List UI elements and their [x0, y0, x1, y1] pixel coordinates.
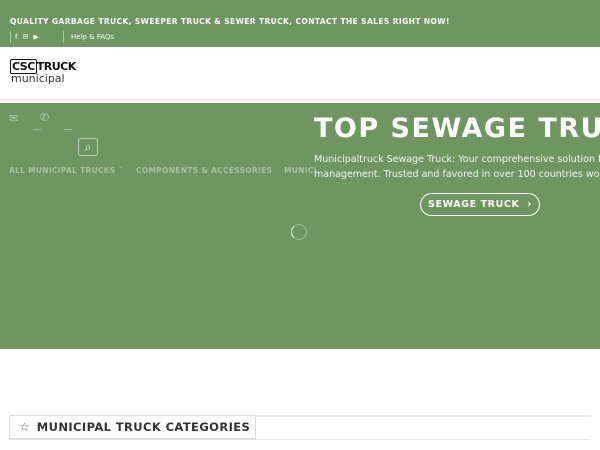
- nav-divider: [64, 129, 72, 130]
- search-button[interactable]: ⌕: [78, 138, 98, 156]
- promo-text: QUALITY GARBAGE TRUCK, SWEEPER TRUCK & S…: [10, 17, 450, 26]
- hero-title: TOP SEWAGE TRU: [314, 113, 600, 144]
- help-faqs-link[interactable]: Help & FAQs: [71, 33, 114, 41]
- nav-municipal[interactable]: MUNICI: [284, 166, 317, 175]
- youtube-icon[interactable]: ▶: [33, 33, 38, 41]
- hero-banner: ✉ ✆ ⌕ ALL MUNICIPAL TRUCKS ˅ COMPONENTS …: [0, 103, 600, 349]
- phone-icon[interactable]: ✆: [40, 111, 49, 124]
- star-icon: ☆: [19, 420, 30, 434]
- section-heading: ☆ MUNICIPAL TRUCK CATEGORIES: [9, 415, 256, 439]
- nav-components-accessories[interactable]: COMPONENTS & ACCESSORIES: [136, 166, 272, 175]
- social-links: f ✉ ▶: [10, 31, 39, 43]
- section-title: MUNICIPAL TRUCK CATEGORIES: [36, 420, 251, 434]
- sewage-truck-button[interactable]: SEWAGE TRUCK ›: [420, 193, 540, 216]
- section-underline: [9, 439, 591, 440]
- topbar-divider: [63, 31, 64, 43]
- facebook-icon[interactable]: f: [15, 33, 17, 41]
- hero-description: Municipaltruck Sewage Truck: Your compre…: [314, 154, 600, 180]
- nav-all-municipal-trucks[interactable]: ALL MUNICIPAL TRUCKS ˅: [9, 166, 123, 175]
- search-icon: ⌕: [84, 139, 92, 154]
- nav-divider: [33, 129, 41, 130]
- site-header: CSC TRUCK municipal: [0, 47, 600, 101]
- top-bar: QUALITY GARBAGE TRUCK, SWEEPER TRUCK & S…: [0, 0, 600, 47]
- site-logo[interactable]: CSC TRUCK municipal: [10, 59, 90, 87]
- chevron-right-icon: ›: [527, 199, 532, 210]
- email-icon[interactable]: ✉: [9, 112, 18, 125]
- email-icon[interactable]: ✉: [22, 33, 28, 41]
- loading-spinner: [291, 224, 307, 240]
